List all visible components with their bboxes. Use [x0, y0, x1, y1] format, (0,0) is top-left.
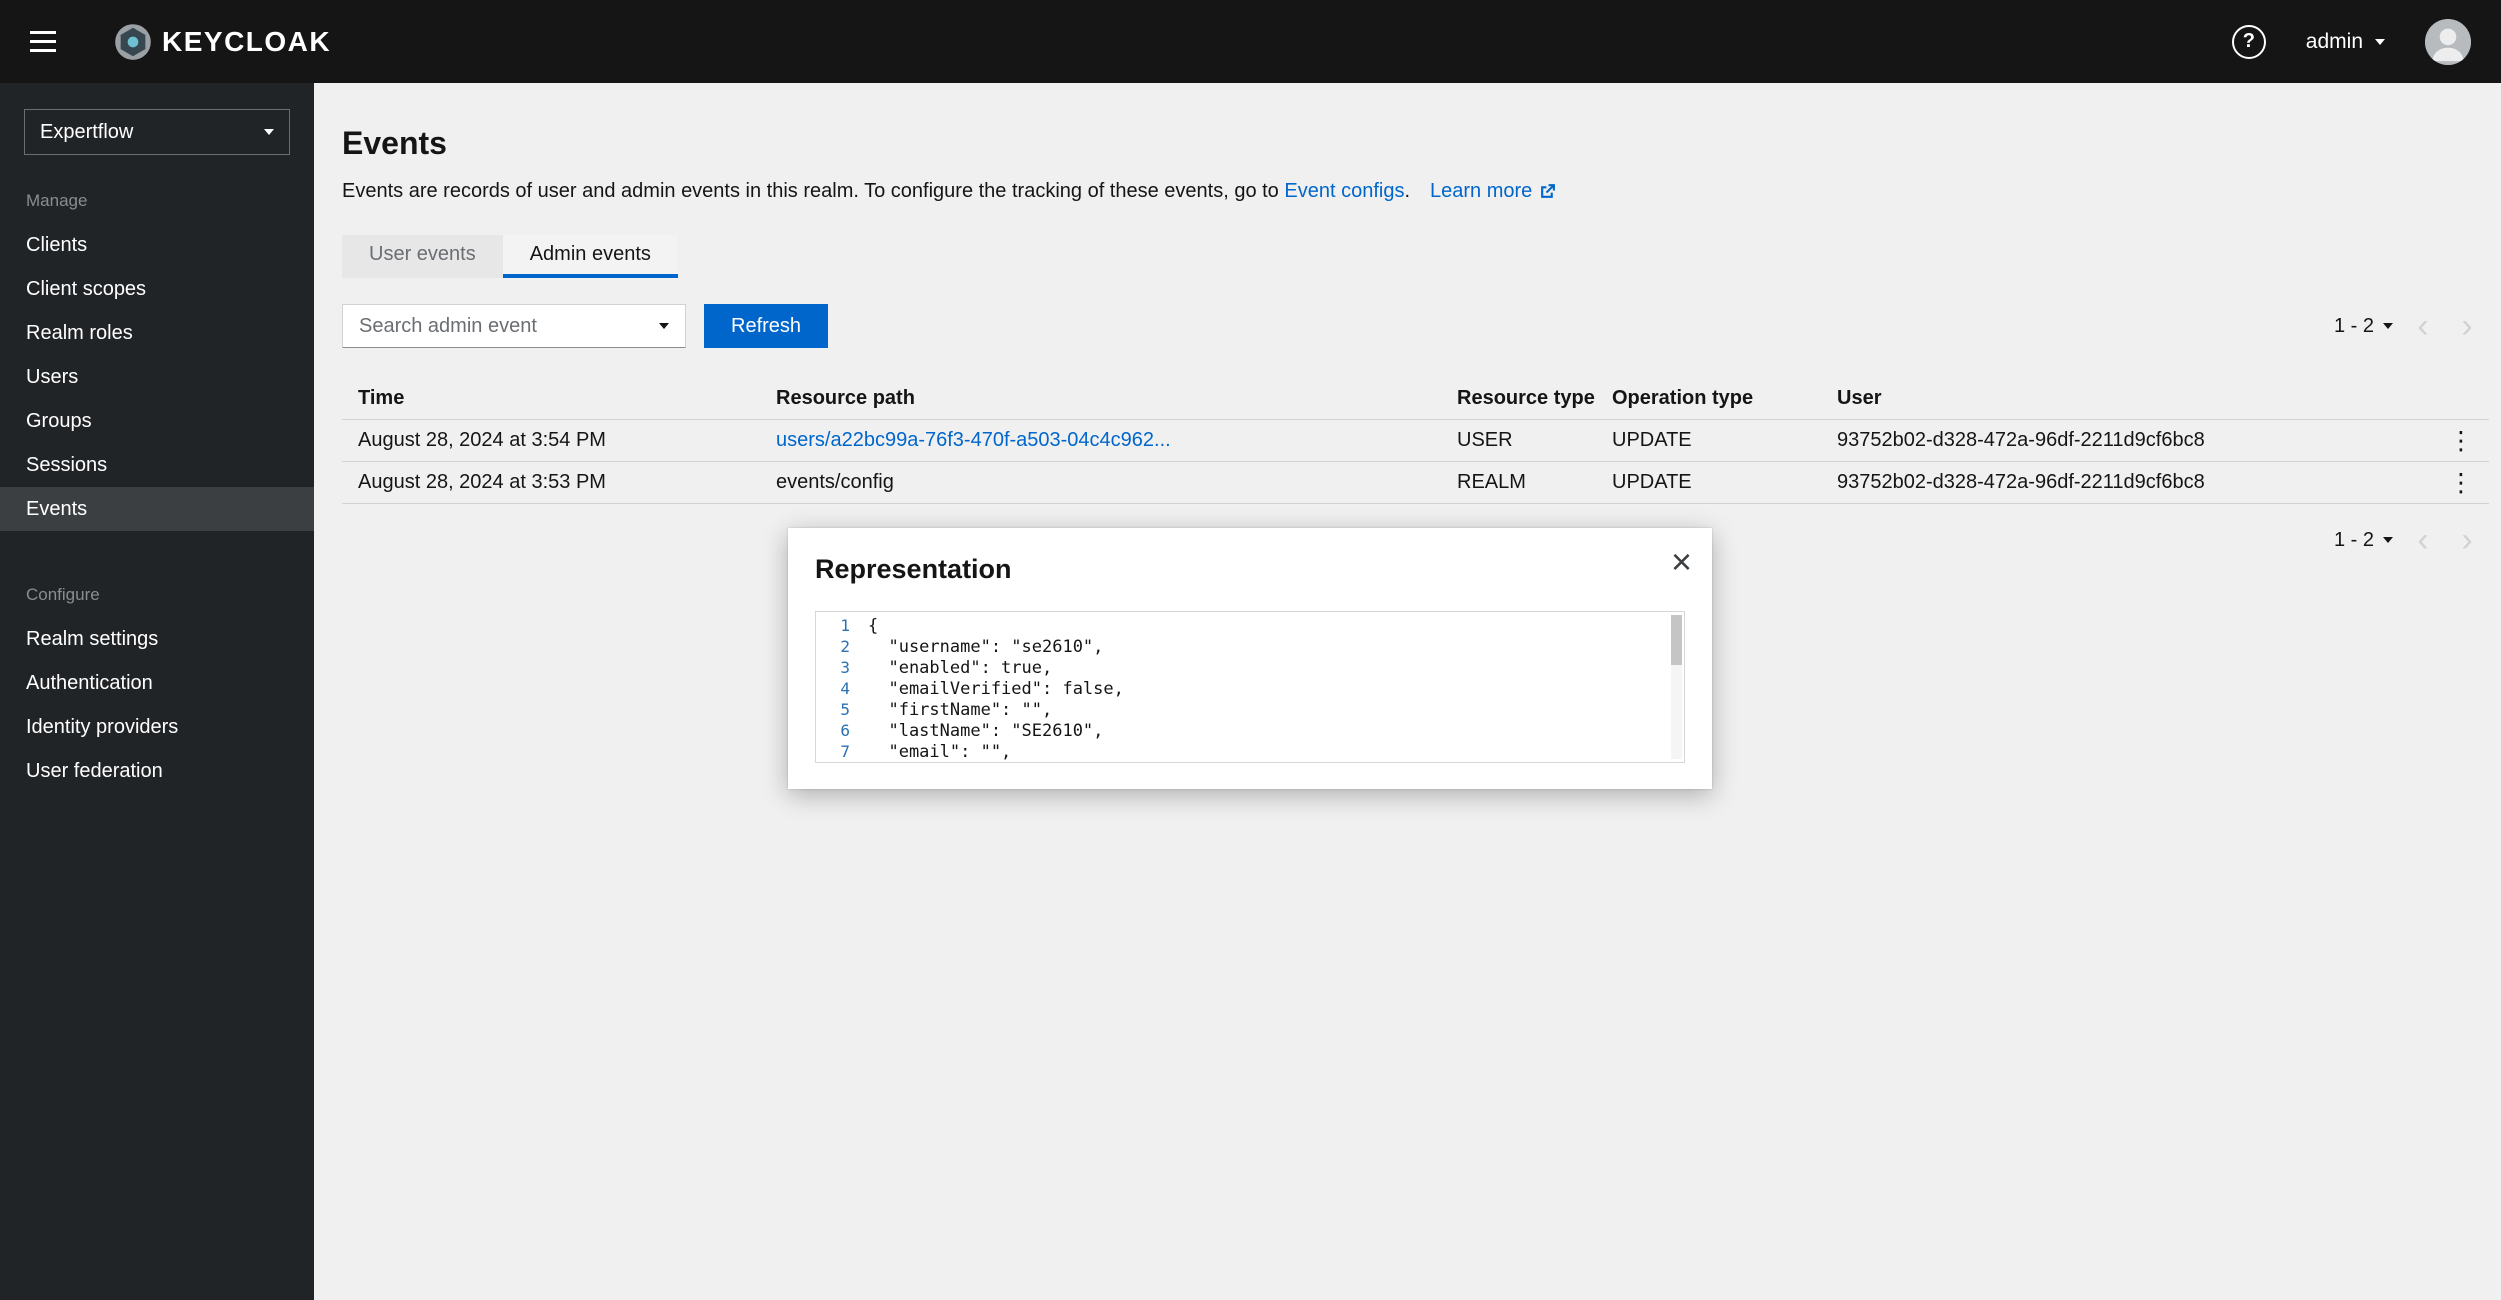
nav-section-configure: Configure: [26, 585, 314, 605]
cell-operation-type: UPDATE: [1596, 471, 1821, 494]
line-number: 7: [816, 742, 868, 761]
kebab-menu-icon[interactable]: ⋮: [2433, 462, 2489, 504]
code-line: 2 "username": "se2610",: [816, 636, 1684, 657]
keycloak-logo: KEYCLOAK: [114, 23, 331, 61]
code-line: 1{: [816, 615, 1684, 636]
chevron-down-icon: [2383, 537, 2393, 543]
sidebar-item-groups[interactable]: Groups: [0, 399, 314, 443]
realm-selector[interactable]: Expertflow: [24, 109, 290, 155]
col-header-resource-path: Resource path: [760, 387, 1441, 410]
keycloak-logo-icon: [114, 23, 152, 61]
col-header-operation-type: Operation type: [1596, 387, 1821, 410]
col-header-resource-type: Resource type: [1441, 387, 1596, 410]
cell-operation-type: UPDATE: [1596, 429, 1821, 452]
event-configs-link[interactable]: Event configs: [1284, 180, 1404, 202]
sidebar: Expertflow Manage Clients Client scopes …: [0, 83, 314, 1300]
sidebar-item-clients[interactable]: Clients: [0, 223, 314, 267]
nav-toggle-button[interactable]: [30, 20, 74, 64]
description-text: Events are records of user and admin eve…: [342, 180, 1284, 202]
masthead-right: ? admin: [2232, 19, 2471, 65]
sidebar-item-authentication[interactable]: Authentication: [0, 661, 314, 705]
cell-resource-path: events/config: [760, 471, 1441, 494]
code-line: 7 "email": "",: [816, 741, 1684, 762]
cell-time: August 28, 2024 at 3:54 PM: [342, 429, 760, 452]
cell-user: 93752b02-d328-472a-96df-2211d9cf6bc8: [1821, 429, 2433, 452]
pagination-range: 1 - 2: [2334, 315, 2374, 338]
nav-section-manage: Manage: [26, 191, 314, 211]
modal-title: Representation: [815, 554, 1685, 585]
sidebar-item-identity-providers[interactable]: Identity providers: [0, 705, 314, 749]
cell-time: August 28, 2024 at 3:53 PM: [342, 471, 760, 494]
tab-user-events[interactable]: User events: [342, 235, 503, 278]
search-placeholder: Search admin event: [359, 315, 537, 338]
chevron-down-icon: [2375, 39, 2385, 45]
line-number: 6: [816, 721, 868, 740]
tabs: User events Admin events: [342, 235, 2489, 278]
code-line: 6 "lastName": "SE2610",: [816, 720, 1684, 741]
pagination-prev-button[interactable]: ‹: [2401, 518, 2445, 562]
cell-user: 93752b02-d328-472a-96df-2211d9cf6bc8: [1821, 471, 2433, 494]
page-description: Events are records of user and admin eve…: [342, 178, 2489, 205]
masthead: KEYCLOAK ? admin: [0, 0, 2501, 83]
table-row: August 28, 2024 at 3:54 PM users/a22bc99…: [342, 420, 2489, 462]
col-header-time: Time: [342, 387, 760, 410]
help-glyph: ?: [2243, 30, 2255, 53]
help-icon[interactable]: ?: [2232, 25, 2266, 59]
chevron-down-icon: [264, 129, 274, 135]
search-admin-event-input[interactable]: Search admin event: [342, 304, 686, 348]
chevron-down-icon: [659, 323, 669, 329]
code-line: 5 "firstName": "",: [816, 699, 1684, 720]
line-number: 1: [816, 616, 868, 635]
sidebar-item-user-federation[interactable]: User federation: [0, 749, 314, 793]
cell-resource-type: USER: [1441, 429, 1596, 452]
sidebar-item-realm-roles[interactable]: Realm roles: [0, 311, 314, 355]
refresh-button[interactable]: Refresh: [704, 304, 828, 348]
code-line: 4 "emailVerified": false,: [816, 678, 1684, 699]
chevron-down-icon: [2383, 323, 2393, 329]
description-period: .: [1404, 180, 1410, 202]
pagination-next-button[interactable]: ›: [2445, 304, 2489, 348]
page-title: Events: [342, 125, 2489, 162]
code-line: 3 "enabled": true,: [816, 657, 1684, 678]
line-number: 2: [816, 637, 868, 656]
line-number: 4: [816, 679, 868, 698]
kebab-menu-icon[interactable]: ⋮: [2433, 420, 2489, 462]
pagination-range: 1 - 2: [2334, 529, 2374, 552]
learn-more-label: Learn more: [1430, 178, 1532, 205]
realm-name: Expertflow: [40, 121, 133, 144]
code-editor[interactable]: 1{ 2 "username": "se2610", 3 "enabled": …: [815, 611, 1685, 763]
brand-text: KEYCLOAK: [162, 26, 331, 58]
username-label: admin: [2306, 30, 2363, 54]
user-menu-dropdown[interactable]: admin: [2306, 30, 2385, 54]
scrollbar-thumb[interactable]: [1671, 615, 1682, 665]
sidebar-item-sessions[interactable]: Sessions: [0, 443, 314, 487]
table-header-row: Time Resource path Resource type Operati…: [342, 378, 2489, 420]
pagination-top: 1 - 2 ‹ ›: [2326, 304, 2489, 348]
sidebar-item-client-scopes[interactable]: Client scopes: [0, 267, 314, 311]
editor-scrollbar[interactable]: [1671, 615, 1682, 759]
pagination-prev-button[interactable]: ‹: [2401, 304, 2445, 348]
sidebar-item-users[interactable]: Users: [0, 355, 314, 399]
close-icon[interactable]: ×: [1671, 544, 1692, 580]
tab-admin-events[interactable]: Admin events: [503, 235, 678, 278]
avatar: [2425, 19, 2471, 65]
pagination-range-dropdown[interactable]: 1 - 2: [2326, 315, 2401, 338]
toolbar: Search admin event Refresh 1 - 2 ‹ ›: [342, 304, 2489, 348]
cell-resource-type: REALM: [1441, 471, 1596, 494]
representation-modal: Representation × 1{ 2 "username": "se261…: [788, 528, 1712, 789]
sidebar-item-realm-settings[interactable]: Realm settings: [0, 617, 314, 661]
learn-more-link[interactable]: Learn more: [1430, 178, 1556, 205]
table-row: August 28, 2024 at 3:53 PM events/config…: [342, 462, 2489, 504]
resource-path-link[interactable]: users/a22bc99a-76f3-470f-a503-04c4c962..…: [776, 429, 1171, 451]
line-number: 3: [816, 658, 868, 677]
pagination-next-button[interactable]: ›: [2445, 518, 2489, 562]
line-number: 5: [816, 700, 868, 719]
person-icon: [2425, 19, 2471, 65]
pagination-range-dropdown[interactable]: 1 - 2: [2326, 529, 2401, 552]
admin-events-table: Time Resource path Resource type Operati…: [342, 378, 2489, 504]
col-header-user: User: [1821, 387, 2433, 410]
sidebar-item-events[interactable]: Events: [0, 487, 314, 531]
external-link-icon: [1539, 183, 1556, 200]
